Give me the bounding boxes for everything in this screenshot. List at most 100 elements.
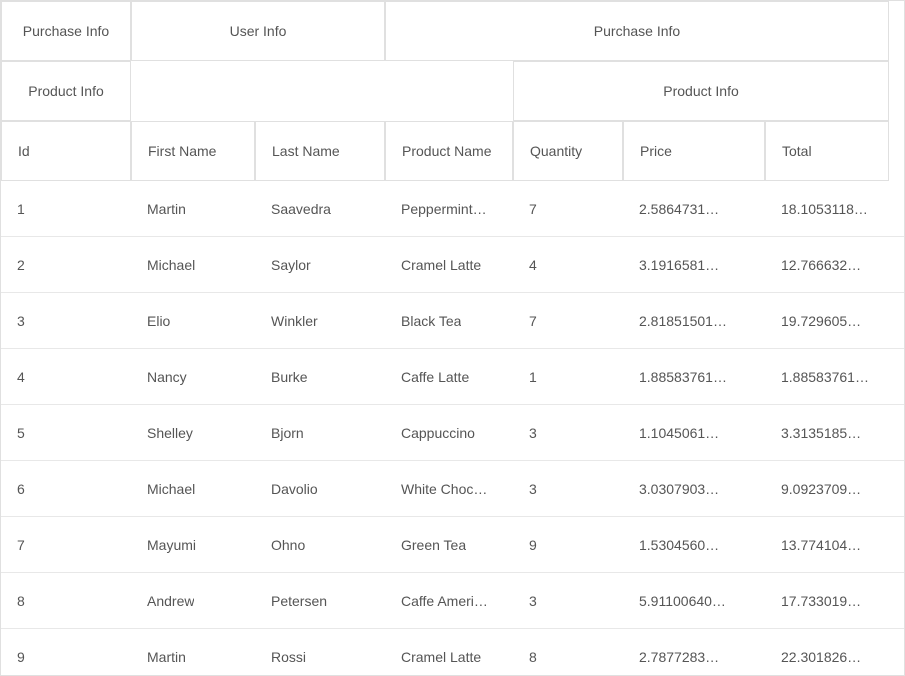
table-row[interactable]: 7MayumiOhnoGreen Tea91.5304560…13.774104… <box>1 517 904 573</box>
cell-value: 9 <box>529 537 537 553</box>
cell-total: 13.774104… <box>765 517 889 572</box>
header-label: Purchase Info <box>23 23 109 39</box>
cell-id: 9 <box>1 629 131 676</box>
cell-value: 3.3135185… <box>781 425 861 441</box>
table-row[interactable]: 1MartinSaavedraPeppermint…72.5864731…18.… <box>1 181 904 237</box>
header-group-row-2: Product Info Product Info <box>1 61 904 121</box>
column-header-product-name[interactable]: Product Name <box>385 121 513 181</box>
header-group-product-info-1[interactable]: Product Info <box>1 61 131 121</box>
header-group-purchase-info-2[interactable]: Purchase Info <box>385 1 889 61</box>
cell-value: Mayumi <box>147 537 196 553</box>
cell-value: Caffe Ameri… <box>401 593 488 609</box>
cell-value: 1 <box>529 369 537 385</box>
cell-price: 3.1916581… <box>623 237 765 292</box>
cell-product-name: Black Tea <box>385 293 513 348</box>
cell-product-name: Cramel Latte <box>385 237 513 292</box>
cell-value: 7 <box>529 201 537 217</box>
cell-product-name: Peppermint… <box>385 181 513 236</box>
cell-price: 5.91100640… <box>623 573 765 628</box>
cell-value: 4 <box>17 369 25 385</box>
column-header-last-name[interactable]: Last Name <box>255 121 385 181</box>
cell-value: Saylor <box>271 257 311 273</box>
header-label: Id <box>18 143 30 159</box>
header-group-purchase-info-1[interactable]: Purchase Info <box>1 1 131 61</box>
cell-value: Davolio <box>271 481 318 497</box>
data-grid: Purchase Info User Info Purchase Info Pr… <box>1 1 904 676</box>
header-spacer <box>131 61 385 121</box>
table-row[interactable]: 8 Andrew Petersen Caffe Ameri… 3 5.91100640… 1… <box>1 573 904 629</box>
cell-quantity: 7 <box>513 181 623 236</box>
table-row[interactable]: 5ShelleyBjornCappuccino31.1045061…3.3135… <box>1 405 904 461</box>
column-header-id[interactable]: Id <box>1 121 131 181</box>
column-header-first-name[interactable]: First Name <box>131 121 255 181</box>
cell-value: 12.766632… <box>781 257 861 273</box>
header-columns-row: Id First Name Last Name Product Name Qua… <box>1 121 904 181</box>
cell-value: 3 <box>529 425 537 441</box>
cell-last-name: Burke <box>255 349 385 404</box>
cell-total: 12.766632… <box>765 237 889 292</box>
cell-value: 3 <box>529 593 537 609</box>
column-header-total[interactable]: Total <box>765 121 889 181</box>
table-row[interactable]: 6MichaelDavolioWhite Choc…33.0307903…9.0… <box>1 461 904 517</box>
cell-price: 1.1045061… <box>623 405 765 460</box>
column-header-price[interactable]: Price <box>623 121 765 181</box>
cell-value: Petersen <box>271 593 327 609</box>
cell-last-name: Rossi <box>255 629 385 676</box>
cell-value: 1 <box>17 201 25 217</box>
cell-value: Cramel Latte <box>401 257 481 273</box>
cell-value: 2.81851501… <box>639 313 727 329</box>
cell-last-name: Davolio <box>255 461 385 516</box>
cell-value: 7 <box>529 313 537 329</box>
cell-value: Cramel Latte <box>401 649 481 665</box>
cell-total: 1.88583761… <box>765 349 889 404</box>
cell-product-name: Green Tea <box>385 517 513 572</box>
cell-value: 8 <box>17 593 25 609</box>
cell-total: 18.1053118… <box>765 181 889 236</box>
cell-quantity: 4 <box>513 237 623 292</box>
cell-value: 5.91100640… <box>639 593 726 609</box>
cell-value: 1.88583761… <box>781 369 869 385</box>
cell-id: 6 <box>1 461 131 516</box>
header-label: Last Name <box>272 143 340 159</box>
header-label: Quantity <box>530 143 582 159</box>
header-label: User Info <box>230 23 287 39</box>
header-group-product-info-2[interactable]: Product Info <box>513 61 889 121</box>
cell-value: Green Tea <box>401 537 466 553</box>
cell-quantity: 1 <box>513 349 623 404</box>
table-row[interactable]: 2MichaelSaylorCramel Latte43.1916581…12.… <box>1 237 904 293</box>
cell-price: 2.5864731… <box>623 181 765 236</box>
cell-id: 5 <box>1 405 131 460</box>
cell-value: Shelley <box>147 425 193 441</box>
table-row[interactable]: 4NancyBurkeCaffe Latte11.88583761…1.8858… <box>1 349 904 405</box>
rows-container: 1MartinSaavedraPeppermint…72.5864731…18.… <box>1 181 904 676</box>
cell-price: 1.88583761… <box>623 349 765 404</box>
cell-value: Ohno <box>271 537 305 553</box>
cell-value: Caffe Latte <box>401 369 469 385</box>
header-group-user-info[interactable]: User Info <box>131 1 385 61</box>
cell-id: 8 <box>1 573 131 628</box>
cell-value: 1.5304560… <box>639 537 719 553</box>
cell-last-name: Winkler <box>255 293 385 348</box>
cell-total: 22.301826… <box>765 629 889 676</box>
grid-viewport[interactable]: Purchase Info User Info Purchase Info Pr… <box>0 0 905 676</box>
table-row[interactable]: 9MartinRossiCramel Latte82.7877283…22.30… <box>1 629 904 676</box>
cell-first-name: Mayumi <box>131 517 255 572</box>
column-header-quantity[interactable]: Quantity <box>513 121 623 181</box>
table-row[interactable]: 3ElioWinklerBlack Tea72.81851501…19.7296… <box>1 293 904 349</box>
cell-first-name: Michael <box>131 461 255 516</box>
header-label: Price <box>640 143 672 159</box>
cell-first-name: Martin <box>131 629 255 676</box>
cell-price: 1.5304560… <box>623 517 765 572</box>
header-label: Total <box>782 143 812 159</box>
cell-total: 9.0923709… <box>765 461 889 516</box>
cell-value: 3.1916581… <box>639 257 719 273</box>
cell-id: 2 <box>1 237 131 292</box>
cell-value: Burke <box>271 369 308 385</box>
cell-total: 17.733019… <box>765 573 889 628</box>
cell-quantity: 3 <box>513 461 623 516</box>
cell-value: Andrew <box>147 593 194 609</box>
header-group-row-1: Purchase Info User Info Purchase Info <box>1 1 904 61</box>
cell-quantity: 3 <box>513 573 623 628</box>
cell-value: 3 <box>529 481 537 497</box>
cell-value: 1.1045061… <box>639 425 719 441</box>
